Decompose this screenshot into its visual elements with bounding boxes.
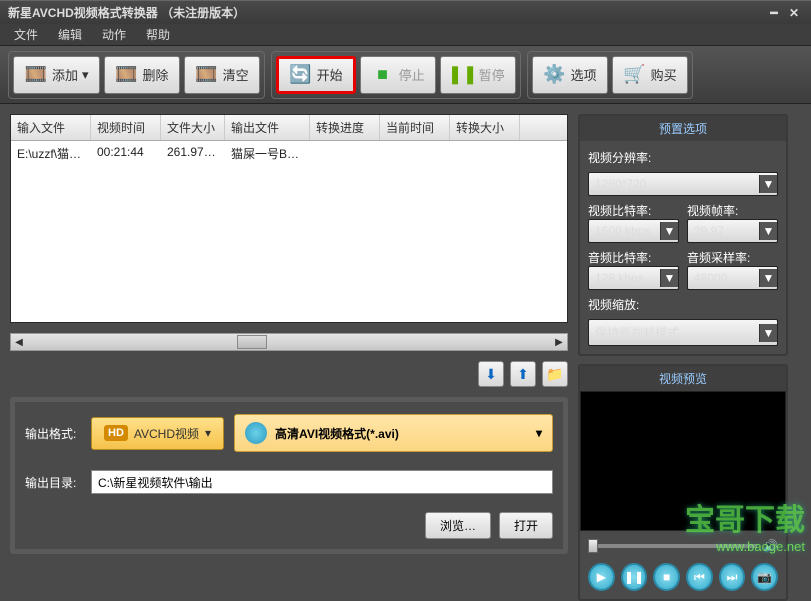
th-output[interactable]: 输出文件	[225, 115, 310, 140]
menu-help[interactable]: 帮助	[136, 23, 180, 46]
th-input[interactable]: 输入文件	[11, 115, 91, 140]
stop-preview-button[interactable]: ■	[653, 563, 680, 591]
arrow-down-icon: ⬇	[485, 366, 497, 383]
clear-button[interactable]: 🎞️清空	[184, 56, 260, 94]
buy-button[interactable]: 🛒购买	[612, 56, 688, 94]
preview-title: 视频预览	[580, 366, 786, 391]
preset-panel: 预置选项 视频分辨率: 1280*720▼ 视频比特率:1600 kbps▼ 视…	[578, 114, 788, 356]
film-delete-icon: 🎞️	[115, 63, 139, 87]
pause-icon: ❚❚	[451, 63, 475, 87]
vbitrate-select[interactable]: 1600 kbps▼	[588, 219, 679, 243]
prev-button[interactable]: ⏮	[686, 563, 713, 591]
output-dir-label: 输出目录:	[25, 474, 81, 491]
chevron-down-icon: ▼	[660, 222, 678, 240]
th-size[interactable]: 文件大小	[161, 115, 225, 140]
resolution-select[interactable]: 1280*720▼	[588, 172, 778, 196]
table-row[interactable]: E:\uzzf\猫屎… 00:21:44 261.97MB 猫屎一号B…	[11, 141, 567, 166]
toolbar: 🎞️添加 ▾ 🎞️删除 🎞️清空 🔄开始 ■停止 ❚❚暂停 ⚙️选项 🛒购买	[0, 46, 811, 104]
chevron-down-icon: ▼	[660, 269, 678, 287]
gear-icon: ⚙️	[543, 63, 567, 87]
preset-title: 预置选项	[580, 116, 786, 141]
cart-icon: 🛒	[623, 63, 647, 87]
chevron-down-icon: ▼	[759, 175, 777, 193]
film-clear-icon: 🎞️	[195, 63, 219, 87]
arrow-up-icon: ⬆	[517, 366, 529, 383]
format-profile-button[interactable]: 高清AVI视频格式(*.avi)▾	[234, 414, 553, 452]
move-up-button[interactable]: ⬆	[510, 361, 536, 387]
browse-button[interactable]: 浏览…	[425, 512, 491, 539]
titlebar: 新星AVCHD视频格式转换器 （未注册版本） ━ ✕	[0, 0, 811, 24]
play-button[interactable]: ▶	[588, 563, 615, 591]
menu-edit[interactable]: 编辑	[48, 23, 92, 46]
start-button[interactable]: 🔄开始	[276, 56, 356, 94]
seek-slider[interactable]	[588, 544, 757, 548]
th-curtime[interactable]: 当前时间	[380, 115, 450, 140]
chevron-down-icon: ▼	[759, 324, 777, 342]
format-icon	[245, 422, 267, 444]
close-button[interactable]: ✕	[785, 5, 803, 21]
add-button[interactable]: 🎞️添加 ▾	[13, 56, 100, 94]
asample-select[interactable]: 48000▼	[687, 266, 778, 290]
output-format-label: 输出格式:	[25, 425, 81, 442]
folder-icon: 📁	[546, 366, 563, 383]
preview-panel: 视频预览 🔊 ▶ ❚❚ ■ ⏮ ⏭ 📷	[578, 364, 788, 601]
th-progress[interactable]: 转换进度	[310, 115, 380, 140]
volume-icon[interactable]: 🔊	[763, 539, 778, 553]
stop-icon: ■	[371, 63, 395, 87]
move-down-button[interactable]: ⬇	[478, 361, 504, 387]
minimize-button[interactable]: ━	[765, 5, 783, 21]
file-table: 输入文件 视频时间 文件大小 输出文件 转换进度 当前时间 转换大小 E:\uz…	[10, 114, 568, 323]
delete-button[interactable]: 🎞️删除	[104, 56, 180, 94]
window-title: 新星AVCHD视频格式转换器 （未注册版本）	[8, 4, 245, 21]
next-button[interactable]: ⏭	[719, 563, 746, 591]
open-button[interactable]: 打开	[499, 512, 553, 539]
menubar: 文件 编辑 动作 帮助	[0, 24, 811, 46]
output-dir-input[interactable]	[91, 470, 553, 494]
format-category-button[interactable]: HDAVCHD视频 ▾	[91, 417, 224, 450]
chevron-down-icon: ▼	[759, 222, 777, 240]
folder-button[interactable]: 📁	[542, 361, 568, 387]
chevron-down-icon: ▼	[759, 269, 777, 287]
pause-button[interactable]: ❚❚暂停	[440, 56, 516, 94]
th-duration[interactable]: 视频时间	[91, 115, 161, 140]
hscrollbar[interactable]: ◀▶	[10, 333, 568, 351]
pause-preview-button[interactable]: ❚❚	[621, 563, 648, 591]
abitrate-select[interactable]: 128 kbps▼	[588, 266, 679, 290]
menu-action[interactable]: 动作	[92, 23, 136, 46]
refresh-icon: 🔄	[289, 63, 313, 87]
fps-select[interactable]: 29.97▼	[687, 219, 778, 243]
scale-select[interactable]: 保持原视频模式▼	[588, 319, 778, 346]
menu-file[interactable]: 文件	[4, 23, 48, 46]
video-preview	[580, 391, 786, 531]
th-outsize[interactable]: 转换大小	[450, 115, 520, 140]
options-button[interactable]: ⚙️选项	[532, 56, 608, 94]
output-panel: 输出格式: HDAVCHD视频 ▾ 高清AVI视频格式(*.avi)▾ 输出目录…	[10, 397, 568, 554]
film-add-icon: 🎞️	[24, 63, 48, 87]
snapshot-button[interactable]: 📷	[751, 563, 778, 591]
stop-button[interactable]: ■停止	[360, 56, 436, 94]
